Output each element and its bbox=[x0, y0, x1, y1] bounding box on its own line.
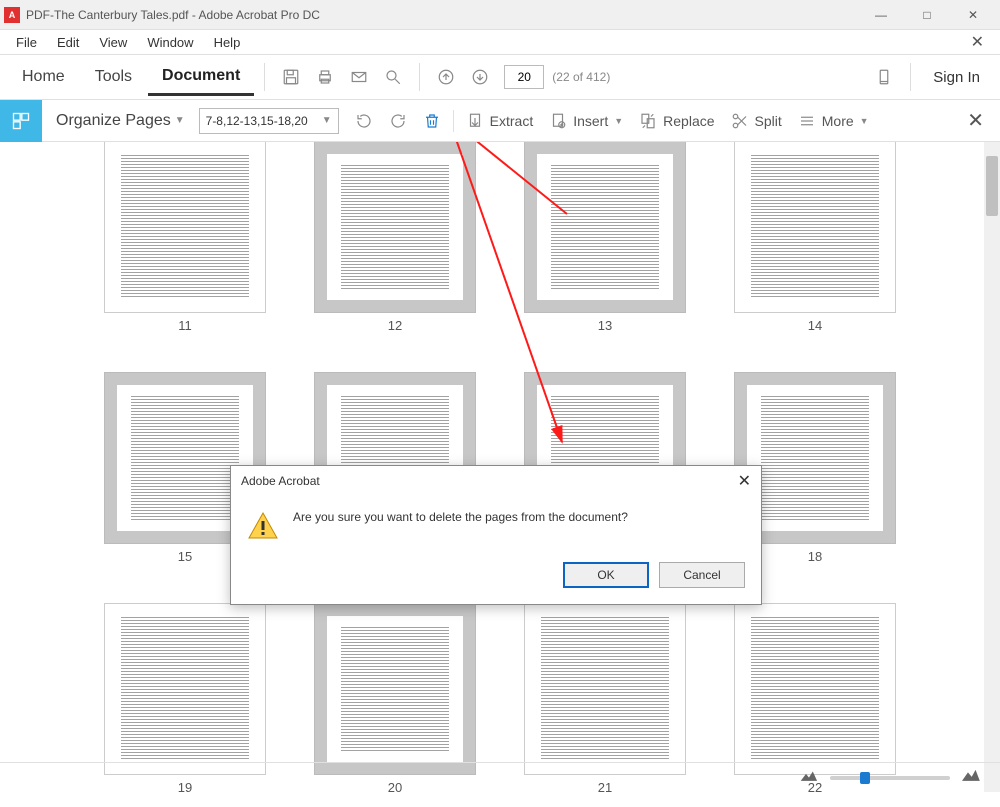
warning-icon bbox=[247, 510, 279, 542]
small-thumb-icon[interactable] bbox=[800, 769, 818, 787]
print-icon[interactable] bbox=[309, 61, 341, 93]
page-thumbnail[interactable]: 12 bbox=[315, 142, 475, 333]
rotate-cw-button[interactable] bbox=[381, 107, 415, 135]
dialog-message: Are you sure you want to delete the page… bbox=[293, 510, 628, 524]
replace-button[interactable]: Replace bbox=[631, 107, 722, 135]
delete-pages-button[interactable] bbox=[415, 107, 449, 135]
split-button[interactable]: Split bbox=[723, 107, 790, 135]
separator bbox=[264, 63, 265, 91]
page-number-label: 15 bbox=[178, 549, 192, 564]
workspace: 111213141516171819202122 Adobe Acrobat ✕… bbox=[0, 142, 1000, 792]
extract-button[interactable]: Extract bbox=[458, 107, 542, 135]
close-document-button[interactable]: ✕ bbox=[961, 32, 994, 52]
main-toolbar: Home Tools Document (22 of 412) Sign In bbox=[0, 54, 1000, 100]
page-thumbnail[interactable]: 13 bbox=[525, 142, 685, 333]
confirm-delete-dialog: Adobe Acrobat ✕ Are you sure you want to… bbox=[230, 465, 762, 605]
menu-help[interactable]: Help bbox=[204, 33, 251, 52]
page-thumbnail[interactable]: 11 bbox=[105, 142, 265, 333]
more-button[interactable]: More▼ bbox=[790, 107, 877, 135]
page-number-label: 14 bbox=[808, 318, 822, 333]
menu-view[interactable]: View bbox=[89, 33, 137, 52]
minimize-button[interactable]: — bbox=[858, 0, 904, 30]
large-thumb-icon[interactable] bbox=[962, 769, 980, 787]
vertical-scrollbar[interactable] bbox=[984, 142, 1000, 792]
menu-edit[interactable]: Edit bbox=[47, 33, 89, 52]
window-title: PDF-The Canterbury Tales.pdf - Adobe Acr… bbox=[26, 8, 858, 22]
page-number-input[interactable] bbox=[504, 65, 544, 89]
zoom-slider[interactable] bbox=[830, 776, 950, 780]
tab-document[interactable]: Document bbox=[148, 59, 254, 96]
menu-file[interactable]: File bbox=[6, 33, 47, 52]
insert-button[interactable]: Insert▼ bbox=[541, 107, 631, 135]
thumbnails-toggle-button[interactable] bbox=[0, 100, 42, 142]
cancel-button[interactable]: Cancel bbox=[659, 562, 745, 588]
page-count-label: (22 of 412) bbox=[552, 70, 610, 84]
organize-toolbar: Organize Pages▼ 7-8,12-13,15-18,20▼ Extr… bbox=[0, 100, 1000, 142]
tab-tools[interactable]: Tools bbox=[81, 60, 146, 94]
sign-in-button[interactable]: Sign In bbox=[921, 69, 992, 86]
menubar: File Edit View Window Help ✕ bbox=[0, 30, 1000, 54]
page-number-label: 13 bbox=[598, 318, 612, 333]
email-icon[interactable] bbox=[343, 61, 375, 93]
menu-window[interactable]: Window bbox=[137, 33, 203, 52]
app-icon: A bbox=[4, 7, 20, 23]
separator bbox=[910, 63, 911, 91]
dialog-close-button[interactable]: ✕ bbox=[738, 471, 751, 491]
dialog-titlebar: Adobe Acrobat ✕ bbox=[231, 466, 761, 496]
close-window-button[interactable]: ✕ bbox=[950, 0, 996, 30]
search-icon[interactable] bbox=[377, 61, 409, 93]
page-number-label: 11 bbox=[178, 318, 192, 333]
rotate-ccw-button[interactable] bbox=[347, 107, 381, 135]
organize-pages-dropdown[interactable]: Organize Pages▼ bbox=[42, 112, 199, 130]
page-number-label: 12 bbox=[388, 318, 402, 333]
maximize-button[interactable]: □ bbox=[904, 0, 950, 30]
tab-home[interactable]: Home bbox=[8, 60, 79, 94]
page-thumbnail[interactable]: 14 bbox=[735, 142, 895, 333]
next-page-icon[interactable] bbox=[464, 61, 496, 93]
ok-button[interactable]: OK bbox=[563, 562, 649, 588]
dialog-title: Adobe Acrobat bbox=[241, 474, 320, 488]
titlebar: A PDF-The Canterbury Tales.pdf - Adobe A… bbox=[0, 0, 1000, 30]
save-icon[interactable] bbox=[275, 61, 307, 93]
separator bbox=[453, 110, 454, 132]
close-tool-button[interactable]: ✕ bbox=[951, 108, 1000, 133]
status-bar bbox=[0, 762, 1000, 792]
page-number-label: 18 bbox=[808, 549, 822, 564]
separator bbox=[419, 63, 420, 91]
prev-page-icon[interactable] bbox=[430, 61, 462, 93]
mobile-link-icon[interactable] bbox=[868, 61, 900, 93]
page-range-input[interactable]: 7-8,12-13,15-18,20▼ bbox=[199, 108, 339, 134]
